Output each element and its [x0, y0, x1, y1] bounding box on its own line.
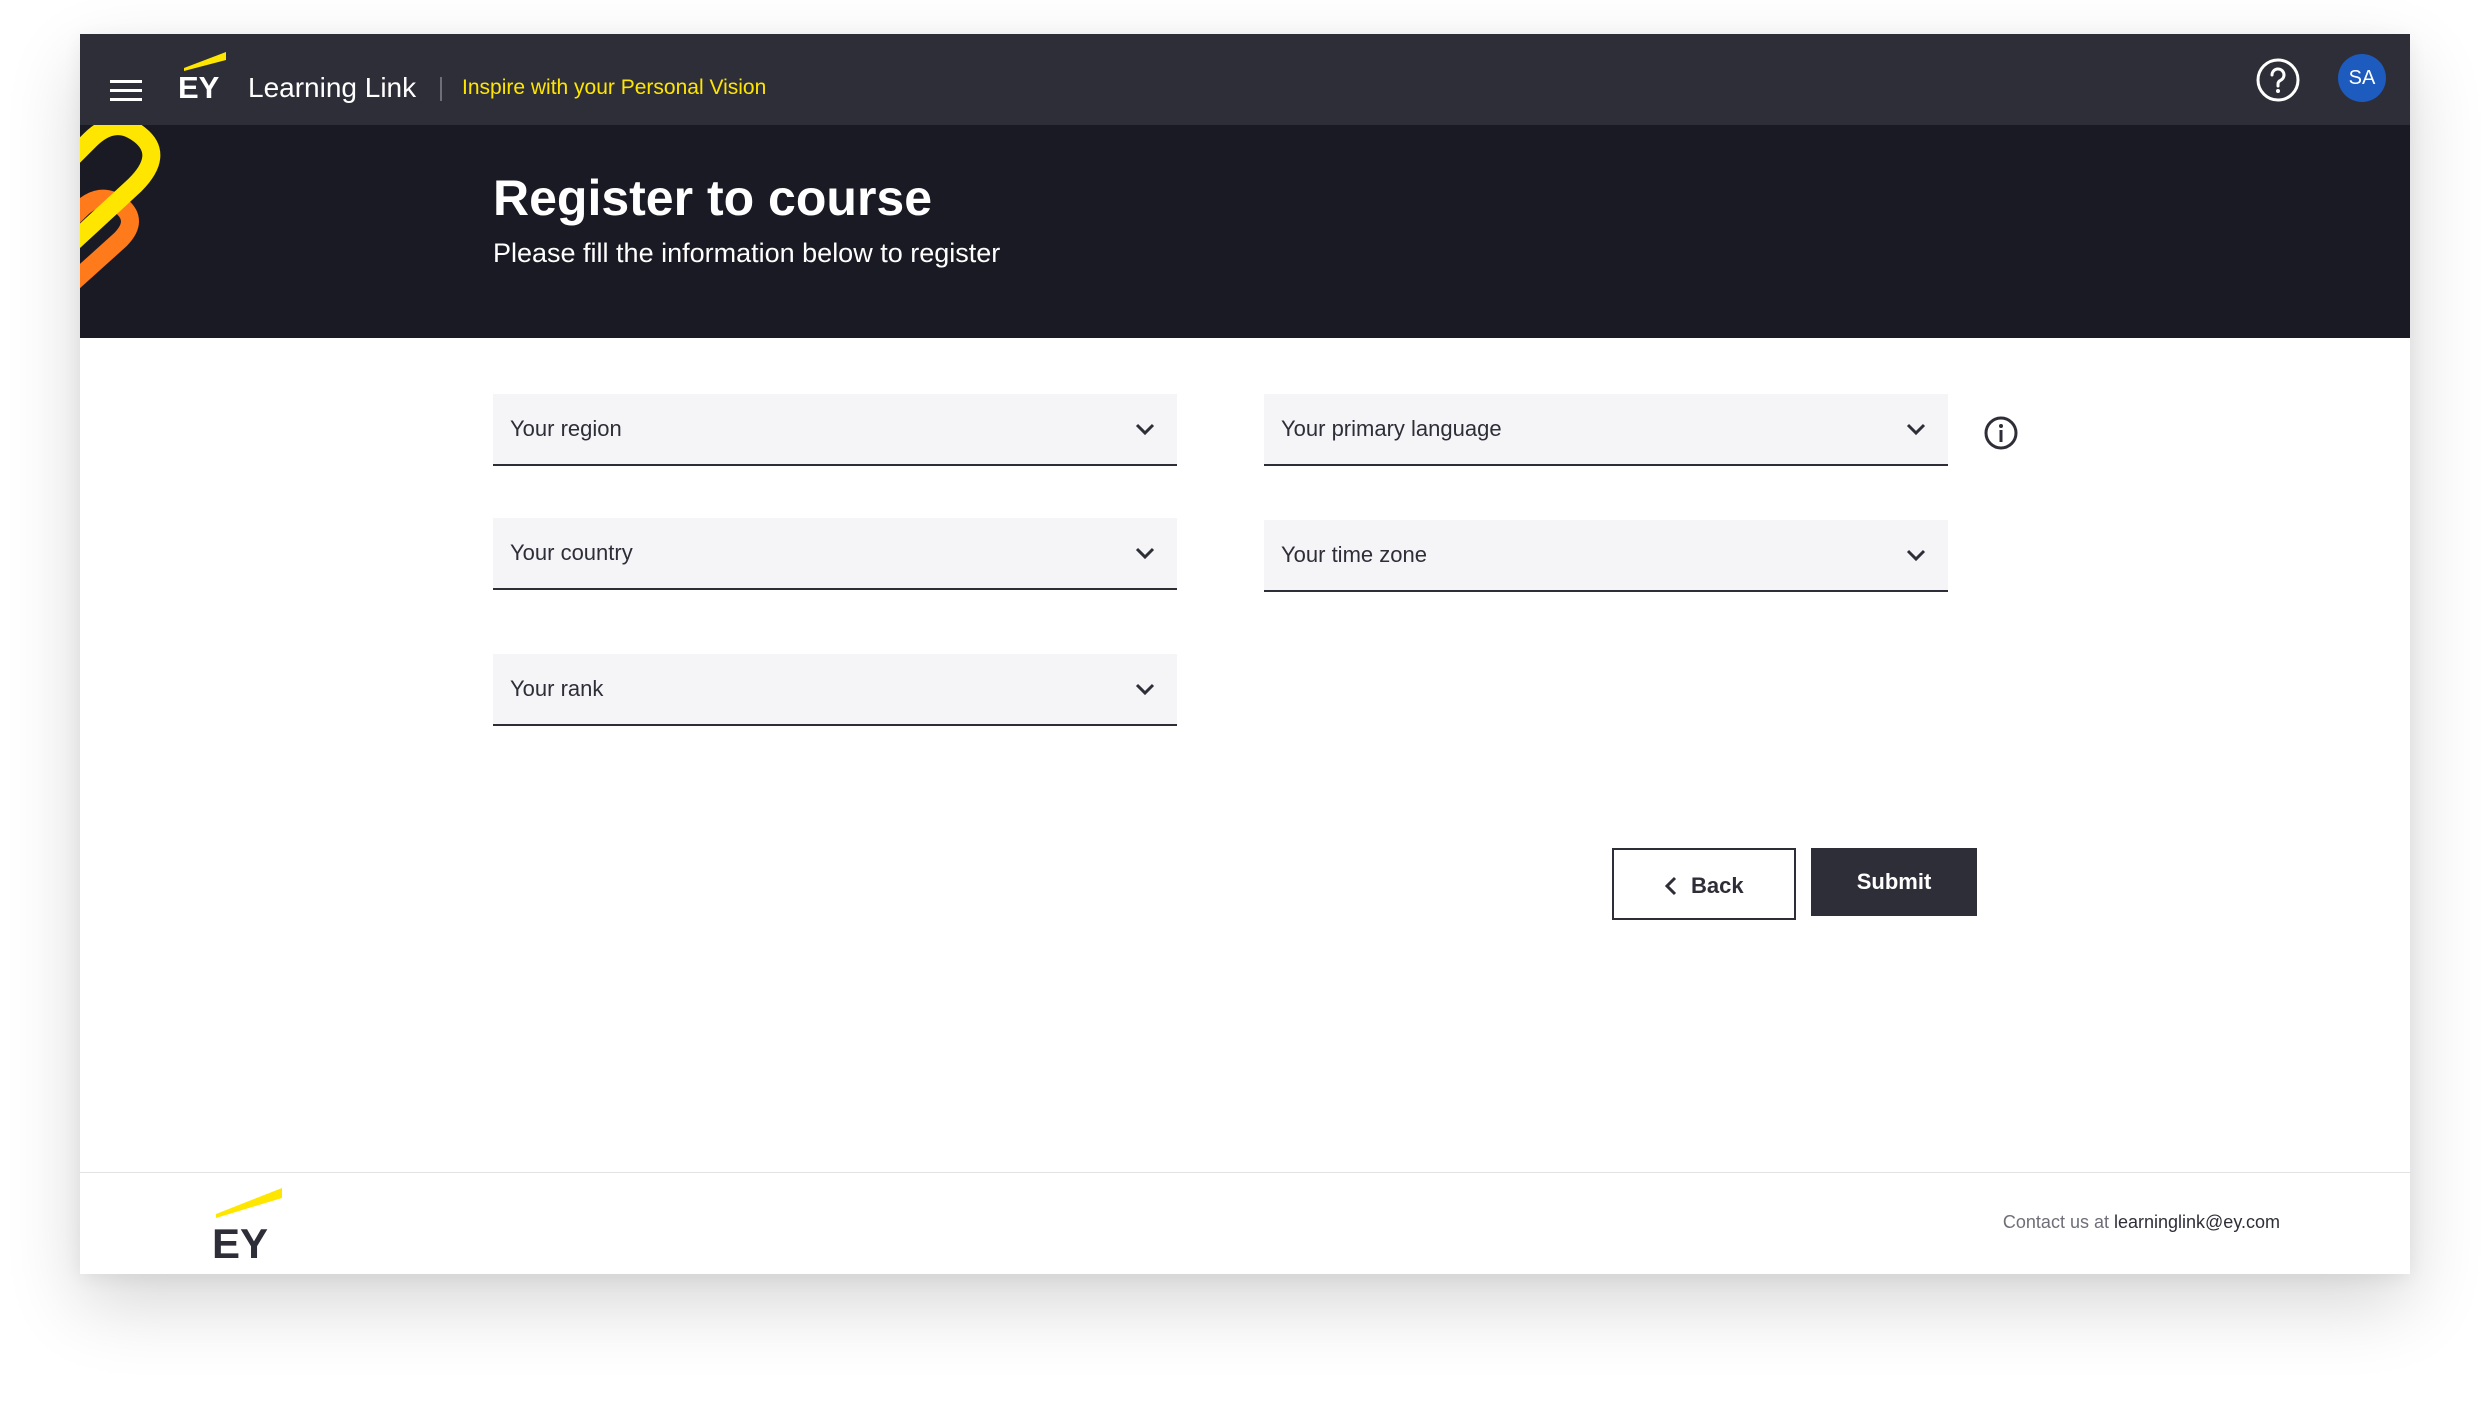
back-label: Back [1691, 873, 1744, 898]
page-title: Register to course [493, 170, 933, 226]
decorative-link-icon [80, 125, 161, 289]
time-zone-label: Your time zone [1281, 542, 1427, 567]
app-title[interactable]: Learning Link [248, 72, 416, 104]
footer-divider [80, 1172, 2410, 1173]
tagline: Inspire with your Personal Vision [462, 76, 767, 99]
country-label: Your country [510, 540, 633, 565]
primary-language-label: Your primary language [1281, 416, 1502, 441]
help-icon[interactable] [2254, 56, 2302, 104]
chevron-down-icon [1135, 547, 1155, 560]
back-button[interactable]: Back [1612, 848, 1796, 920]
info-icon[interactable] [1983, 415, 2019, 451]
chevron-down-icon [1906, 423, 1926, 436]
region-select[interactable]: Your region [493, 394, 1177, 466]
chevron-down-icon [1135, 423, 1155, 436]
chevron-down-icon [1906, 549, 1926, 562]
region-label: Your region [510, 416, 622, 441]
rank-label: Your rank [510, 676, 604, 701]
chevron-left-icon [1664, 876, 1677, 896]
menu-icon[interactable] [110, 80, 142, 102]
contact-prefix: Contact us at [2002, 1212, 2109, 1232]
chevron-down-icon [1135, 683, 1155, 696]
app-window: EY Learning Link Inspire with your Perso… [80, 34, 2410, 1274]
submit-button[interactable]: Submit [1811, 848, 1977, 916]
top-nav: EY Learning Link Inspire with your Perso… [80, 34, 2410, 125]
user-avatar[interactable]: SA [2338, 54, 2386, 102]
svg-text:EY: EY [178, 70, 220, 104]
country-select[interactable]: Your country [493, 518, 1177, 590]
hero-banner: Register to course Please fill the infor… [80, 125, 2410, 338]
ey-logo[interactable]: EY [170, 48, 230, 104]
svg-text:EY: EY [212, 1220, 268, 1260]
page-subtitle: Please fill the information below to reg… [493, 238, 1001, 268]
title-divider [440, 77, 442, 101]
contact-info: Contact us at learninglink@ey.com [2003, 1212, 2280, 1233]
time-zone-select[interactable]: Your time zone [1264, 520, 1948, 592]
rank-select[interactable]: Your rank [493, 654, 1177, 726]
primary-language-select[interactable]: Your primary language [1264, 394, 1948, 466]
ey-logo-footer: EY [212, 1188, 282, 1260]
contact-email-link[interactable]: learninglink@ey.com [2114, 1212, 2280, 1232]
